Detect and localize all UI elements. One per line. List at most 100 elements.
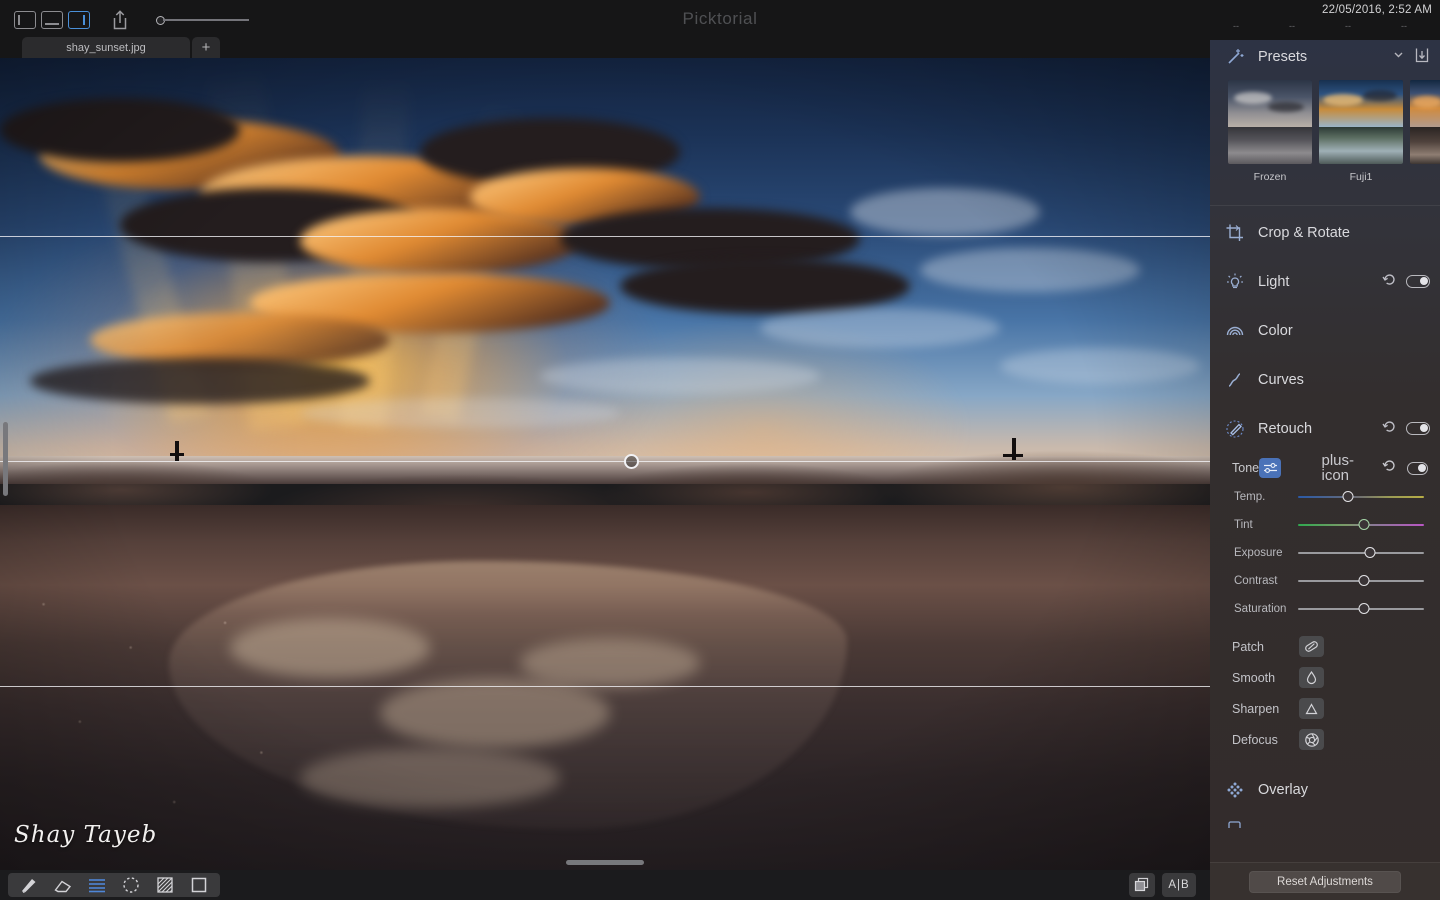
titlebar-right-info: 22/05/2016, 2:52 AM -- -- -- -- — [1208, 4, 1432, 31]
retouch-toggle[interactable] — [1406, 422, 1430, 435]
slider-label: Temp. — [1234, 491, 1266, 503]
section-retouch[interactable]: Retouch — [1210, 404, 1440, 453]
panel-scroll-area[interactable]: Presets Frozen Fuji1 Crop & Rotate Light… — [1210, 40, 1440, 862]
brush-icon[interactable] — [12, 874, 46, 896]
exposure-slider[interactable] — [1298, 545, 1424, 561]
linear-gradient-icon[interactable] — [80, 874, 114, 896]
share-icon[interactable] — [108, 9, 132, 31]
preset-thumbnail — [1319, 80, 1403, 164]
status-dash: -- — [1289, 21, 1295, 31]
preset-partial[interactable] — [1410, 80, 1440, 183]
status-dash: -- — [1233, 21, 1239, 31]
canvas-horizontal-scrollbar[interactable] — [566, 860, 644, 865]
reset-arrow-icon[interactable] — [1382, 458, 1397, 478]
section-title-overlay: Overlay — [1258, 781, 1308, 798]
tone-label: Tone — [1232, 461, 1260, 475]
section-overlay[interactable]: Overlay — [1210, 765, 1440, 814]
preset-frozen[interactable]: Frozen — [1228, 80, 1312, 183]
slider-track — [1298, 552, 1424, 554]
photo-sunset-seascape: Shay Tayeb — [0, 58, 1210, 870]
view-filmstrip-button[interactable] — [41, 11, 63, 29]
contrast-slider[interactable] — [1298, 573, 1424, 589]
title-bar: Picktorial 22/05/2016, 2:52 AM -- -- -- … — [0, 0, 1440, 40]
slider-knob[interactable] — [1364, 547, 1376, 558]
bottom-toolbar: A|B — [0, 870, 1210, 900]
slider-label: Saturation — [1234, 603, 1287, 615]
tone-row: Tone plus-icon — [1210, 453, 1440, 483]
guide-handle-middle[interactable] — [624, 454, 639, 469]
status-dashes: -- -- -- -- — [1208, 21, 1432, 31]
section-title-curves: Curves — [1258, 371, 1304, 388]
section-color[interactable]: Color — [1210, 306, 1440, 355]
titlebar-left-controls — [0, 9, 249, 31]
retouch-tool-smooth: Smooth — [1210, 662, 1440, 693]
plus-icon[interactable]: plus-icon — [1321, 453, 1372, 483]
bottom-right-controls: A|B — [1129, 873, 1196, 897]
slider-knob[interactable] — [1358, 575, 1370, 586]
light-toggle[interactable] — [1406, 275, 1430, 288]
magic-wand-icon — [1224, 46, 1246, 68]
section-title-light: Light — [1258, 273, 1290, 290]
canvas-vertical-scrollbar[interactable] — [3, 422, 8, 496]
import-preset-icon[interactable] — [1414, 47, 1430, 68]
reset-arrow-icon[interactable] — [1382, 272, 1397, 292]
crop-rotate-icon — [1224, 222, 1246, 244]
preset-fuji1[interactable]: Fuji1 — [1319, 80, 1403, 183]
slider-label: Contrast — [1234, 575, 1278, 587]
checker-mask-icon[interactable] — [148, 874, 182, 896]
presets-thumbnail-row[interactable]: Frozen Fuji1 — [1210, 74, 1440, 187]
view-split-button[interactable] — [68, 11, 90, 29]
slider-row-saturation: Saturation — [1210, 595, 1440, 623]
datetime-label: 22/05/2016, 2:52 AM — [1322, 4, 1432, 16]
section-presets[interactable]: Presets — [1210, 40, 1440, 74]
sliders-icon[interactable] — [1259, 458, 1282, 478]
before-after-toggle[interactable]: A|B — [1162, 873, 1196, 897]
section-crop-rotate[interactable]: Crop & Rotate — [1210, 208, 1440, 257]
section-partial-next[interactable] — [1210, 814, 1440, 834]
slider-row-contrast: Contrast — [1210, 567, 1440, 595]
patch-bandage-icon[interactable] — [1299, 636, 1324, 657]
guide-line-middle[interactable] — [0, 461, 1210, 462]
partial-icon — [1224, 813, 1246, 835]
guide-line-top[interactable] — [0, 236, 1210, 237]
slider-row-temp: Temp. — [1210, 483, 1440, 511]
slider-knob[interactable] — [1342, 491, 1354, 502]
view-single-button[interactable] — [14, 11, 36, 29]
saturation-slider[interactable] — [1298, 601, 1424, 617]
zoom-slider[interactable] — [156, 15, 249, 25]
photo-vignette — [0, 58, 1210, 870]
section-title-retouch: Retouch — [1258, 420, 1313, 437]
retouch-tool-defocus: Defocus — [1210, 724, 1440, 755]
eraser-icon[interactable] — [46, 874, 80, 896]
defocus-aperture-icon[interactable] — [1299, 729, 1324, 750]
sharpen-triangle-icon[interactable] — [1299, 698, 1324, 719]
tint-slider[interactable] — [1298, 517, 1424, 533]
duplicate-layer-icon[interactable] — [1129, 873, 1155, 897]
tone-actions: plus-icon — [1321, 453, 1428, 483]
tab-shay-sunset[interactable]: shay_sunset.jpg — [22, 37, 190, 58]
section-light[interactable]: Light — [1210, 257, 1440, 306]
divider — [1210, 205, 1440, 206]
slider-row-tint: Tint — [1210, 511, 1440, 539]
reset-adjustments-button[interactable]: Reset Adjustments — [1249, 870, 1401, 893]
tone-toggle[interactable] — [1407, 461, 1428, 475]
square-frame-icon[interactable] — [182, 874, 216, 896]
adjustments-panel: Presets Frozen Fuji1 Crop & Rotate Light… — [1210, 40, 1440, 900]
slider-knob[interactable] — [1358, 603, 1370, 614]
section-title-crop-rotate: Crop & Rotate — [1258, 224, 1350, 241]
guide-line-bottom[interactable] — [0, 686, 1210, 687]
reset-arrow-icon[interactable] — [1382, 419, 1397, 439]
temp-slider[interactable] — [1298, 489, 1424, 505]
new-tab-button[interactable]: + — [192, 37, 220, 58]
chevron-down-icon[interactable] — [1392, 48, 1405, 66]
zoom-slider-track[interactable] — [163, 19, 249, 21]
status-dash: -- — [1401, 21, 1407, 31]
curves-icon — [1224, 369, 1246, 391]
section-title-presets: Presets — [1258, 49, 1308, 65]
retouch-tool-sharpen: Sharpen — [1210, 693, 1440, 724]
section-curves[interactable]: Curves — [1210, 355, 1440, 404]
slider-knob[interactable] — [1358, 519, 1370, 530]
image-canvas[interactable]: Shay Tayeb — [0, 58, 1210, 870]
smooth-droplet-icon[interactable] — [1299, 667, 1324, 688]
radial-selection-icon[interactable] — [114, 874, 148, 896]
